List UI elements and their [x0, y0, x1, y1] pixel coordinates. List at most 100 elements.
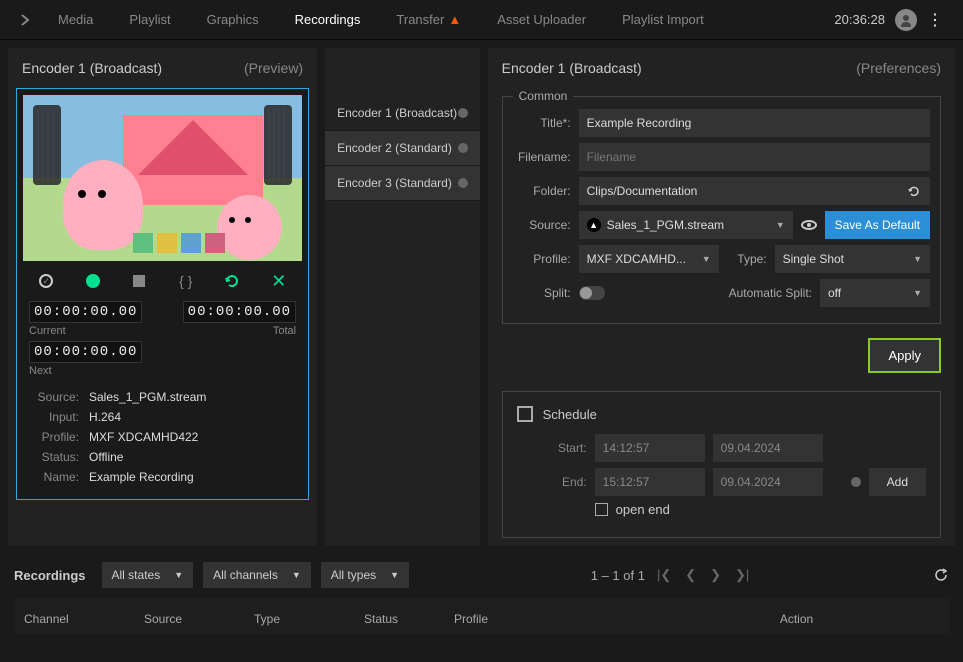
col-type: Type	[254, 612, 364, 626]
col-action: Action	[654, 612, 939, 626]
caret-down-icon: ▼	[913, 254, 922, 264]
info-source-label: Source:	[29, 390, 79, 404]
save-default-button[interactable]: Save As Default	[825, 211, 930, 239]
stop-button[interactable]	[127, 269, 151, 293]
split-label: Split:	[513, 286, 571, 300]
back-button[interactable]	[10, 13, 40, 27]
timecode-current: 00:00:00.00	[29, 301, 142, 323]
prefs-title: Encoder 1 (Broadcast)	[502, 60, 642, 76]
timecode-total: 00:00:00.00	[183, 301, 296, 323]
schedule-checkbox[interactable]	[517, 406, 533, 422]
profile-label: Profile:	[513, 252, 571, 266]
end-date-input[interactable]	[713, 468, 823, 496]
recordings-section: Recordings All states▼ All channels▼ All…	[0, 554, 963, 642]
status-dot-icon	[458, 178, 468, 188]
end-time-input[interactable]	[595, 468, 705, 496]
page-next-button[interactable]: ❯	[708, 567, 723, 583]
start-label: Start:	[547, 441, 587, 455]
audio-meter-right	[264, 105, 292, 185]
end-label: End:	[547, 475, 587, 489]
warning-icon: ▲	[448, 12, 461, 27]
preferences-panel: Encoder 1 (Broadcast) (Preferences) Comm…	[488, 48, 955, 546]
encoder-item-3[interactable]: Encoder 3 (Standard)	[325, 166, 480, 201]
record-button[interactable]	[81, 269, 105, 293]
autosplit-select[interactable]: off▼	[820, 279, 930, 307]
source-select[interactable]: ▲Sales_1_PGM.stream ▼	[579, 211, 793, 239]
page-first-button[interactable]: |❮	[655, 567, 673, 583]
col-status: Status	[364, 612, 454, 626]
caret-down-icon: ▼	[702, 254, 711, 264]
split-toggle[interactable]	[579, 286, 605, 300]
encoder-item-2[interactable]: Encoder 2 (Standard)	[325, 131, 480, 166]
common-legend: Common	[513, 89, 574, 103]
filter-channels[interactable]: All channels▼	[203, 562, 311, 588]
status-dot-icon	[458, 143, 468, 153]
open-end-checkbox[interactable]	[595, 503, 608, 516]
menu-button[interactable]: ⋮	[917, 10, 953, 30]
schedule-title: Schedule	[543, 407, 597, 422]
user-avatar[interactable]	[895, 9, 917, 31]
col-channel: Channel	[24, 612, 144, 626]
tab-transfer[interactable]: Transfer▲	[378, 0, 479, 40]
recordings-table-header: Channel Source Type Status Profile Actio…	[14, 598, 949, 634]
page-prev-button[interactable]: ❮	[683, 567, 698, 583]
preview-panel: Encoder 1 (Broadcast) (Preview) ✓ { }	[8, 48, 317, 546]
prefs-subtitle: (Preferences)	[856, 60, 941, 76]
tab-playlist[interactable]: Playlist	[111, 0, 188, 40]
title-input[interactable]	[579, 109, 930, 137]
info-status-label: Status:	[29, 450, 79, 464]
open-end-label: open end	[616, 502, 670, 517]
braces-button[interactable]: { }	[174, 269, 198, 293]
source-icon: ▲	[587, 218, 601, 232]
timecode-current-label: Current	[29, 325, 157, 337]
filter-types[interactable]: All types▼	[321, 562, 409, 588]
timecode-next-label: Next	[29, 365, 296, 377]
tab-playlist-import[interactable]: Playlist Import	[604, 0, 722, 40]
status-dot-icon	[851, 477, 861, 487]
tab-recordings[interactable]: Recordings	[277, 0, 379, 40]
caret-down-icon: ▼	[390, 570, 399, 580]
info-profile-label: Profile:	[29, 430, 79, 444]
info-profile: MXF XDCAMHD422	[89, 430, 198, 444]
apply-button[interactable]: Apply	[868, 338, 941, 373]
folder-label: Folder:	[513, 184, 571, 198]
filename-label: Filename:	[513, 150, 571, 164]
info-input-label: Input:	[29, 410, 79, 424]
refresh-button[interactable]	[933, 567, 949, 583]
preview-title: Encoder 1 (Broadcast)	[22, 60, 162, 76]
col-profile: Profile	[454, 612, 654, 626]
filter-states[interactable]: All states▼	[102, 562, 194, 588]
loop-button[interactable]: ✓	[34, 269, 58, 293]
top-navigation: Media Playlist Graphics Recordings Trans…	[0, 0, 963, 40]
restore-icon[interactable]	[906, 183, 922, 199]
add-button[interactable]: Add	[869, 468, 926, 496]
type-label: Type:	[727, 252, 767, 266]
encoder-item-1[interactable]: Encoder 1 (Broadcast)	[325, 96, 480, 131]
close-button[interactable]: ✕	[267, 269, 291, 293]
caret-down-icon: ▼	[776, 220, 785, 230]
tab-asset-uploader[interactable]: Asset Uploader	[479, 0, 604, 40]
page-last-button[interactable]: ❯|	[733, 567, 751, 583]
caret-down-icon: ▼	[292, 570, 301, 580]
info-name-label: Name:	[29, 470, 79, 484]
tab-media[interactable]: Media	[40, 0, 111, 40]
info-name: Example Recording	[89, 470, 194, 484]
info-status: Offline	[89, 450, 123, 464]
start-date-input[interactable]	[713, 434, 823, 462]
autosplit-label: Automatic Split:	[729, 286, 812, 300]
filename-input[interactable]	[579, 143, 930, 171]
info-input: H.264	[89, 410, 121, 424]
type-select[interactable]: Single Shot▼	[775, 245, 930, 273]
caret-down-icon: ▼	[174, 570, 183, 580]
source-label: Source:	[513, 218, 571, 232]
start-time-input[interactable]	[595, 434, 705, 462]
tab-graphics[interactable]: Graphics	[189, 0, 277, 40]
restore-button[interactable]	[220, 269, 244, 293]
folder-input[interactable]	[579, 177, 906, 205]
profile-select[interactable]: MXF XDCAMHD...▼	[579, 245, 719, 273]
video-preview[interactable]	[23, 95, 302, 261]
timecode-total-label: Total	[169, 325, 297, 337]
visibility-icon[interactable]	[801, 220, 817, 230]
info-source: Sales_1_PGM.stream	[89, 390, 206, 404]
recordings-title: Recordings	[14, 568, 86, 583]
